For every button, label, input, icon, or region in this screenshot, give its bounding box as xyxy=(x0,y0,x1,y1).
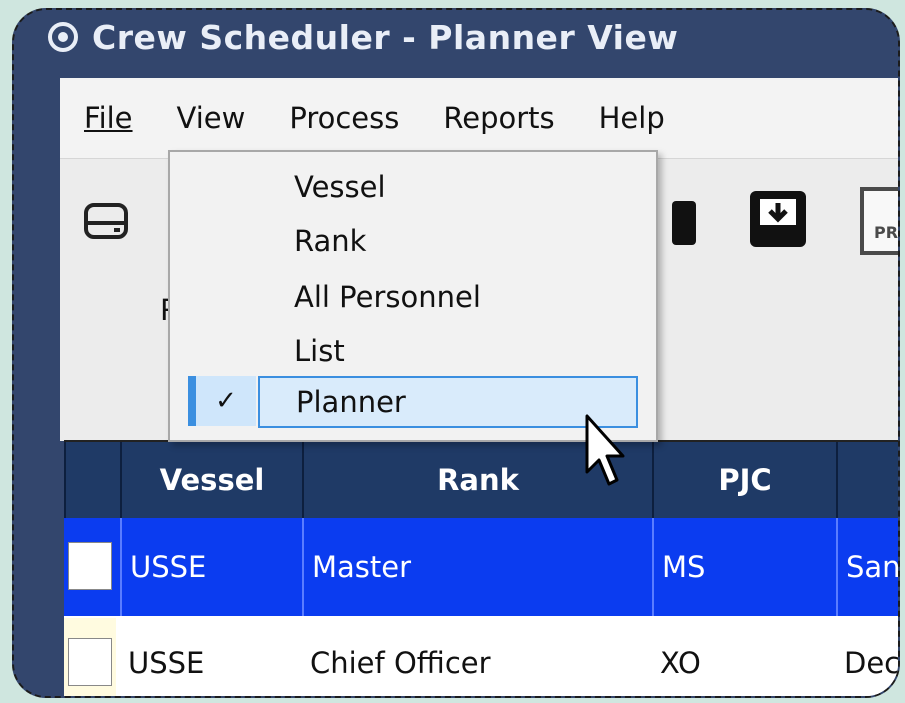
pr-document-icon[interactable]: PR xyxy=(858,185,899,261)
download-icon[interactable] xyxy=(748,189,808,253)
view-menu-item-vessel[interactable]: Vessel xyxy=(170,160,656,214)
view-menu-dropdown: Vessel Rank All Personnel List ✓ Planner xyxy=(168,150,658,442)
menu-bar: File View Process Reports Help xyxy=(60,78,898,158)
cell-pjc: XO xyxy=(660,646,701,680)
pillar-icon[interactable] xyxy=(670,195,700,255)
row-select-box[interactable] xyxy=(68,542,112,590)
app-icon xyxy=(48,22,78,52)
row-select-box[interactable] xyxy=(68,638,112,686)
view-menu-item-all-personnel[interactable]: All Personnel xyxy=(170,270,656,324)
pr-icon-text: PR xyxy=(874,223,899,242)
menu-view[interactable]: View xyxy=(177,101,246,135)
drive-icon[interactable] xyxy=(82,197,130,249)
view-menu-item-list[interactable]: List xyxy=(170,324,656,378)
cell-extra: Dec xyxy=(844,646,900,680)
column-header-vessel[interactable]: Vessel xyxy=(120,442,302,518)
view-menu-item-rank[interactable]: Rank xyxy=(170,214,656,268)
planner-grid: Vessel Rank PJC USSE Master MS San USSE … xyxy=(64,440,898,696)
menu-file[interactable]: File xyxy=(84,101,133,135)
column-header-pjc[interactable]: PJC xyxy=(652,442,836,518)
check-mark-icon: ✓ xyxy=(188,376,256,426)
title-bar: Crew Scheduler - Planner View xyxy=(14,10,898,64)
menu-process[interactable]: Process xyxy=(289,101,399,135)
cell-pjc: MS xyxy=(652,518,836,616)
menu-reports[interactable]: Reports xyxy=(443,101,554,135)
table-row[interactable]: USSE Master MS San xyxy=(64,518,898,616)
row-header-column xyxy=(64,442,120,518)
view-menu-item-planner[interactable]: Planner xyxy=(258,376,638,428)
cell-vessel: USSE xyxy=(128,646,205,680)
mouse-cursor-icon xyxy=(585,414,625,494)
menu-help[interactable]: Help xyxy=(599,101,665,135)
table-row[interactable]: USSE Chief Officer XO Dec xyxy=(64,618,900,696)
column-header-extra[interactable] xyxy=(836,442,898,518)
cell-vessel: USSE xyxy=(120,518,302,616)
window-title: Crew Scheduler - Planner View xyxy=(92,17,679,57)
cell-rank: Chief Officer xyxy=(310,646,491,680)
cell-rank: Master xyxy=(302,518,652,616)
cell-extra: San xyxy=(836,518,898,616)
